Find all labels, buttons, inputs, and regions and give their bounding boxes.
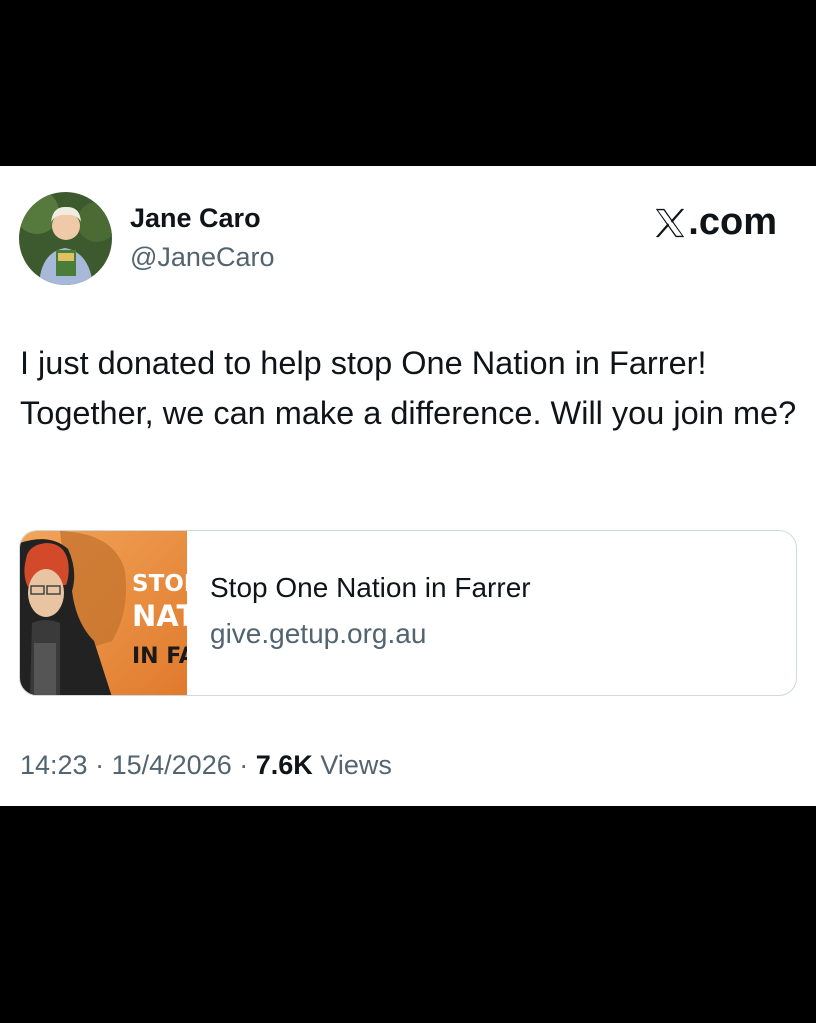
tweet-meta: 14:23 · 15/4/2026 · 7.6K Views: [20, 749, 392, 781]
brand-suffix: .com: [688, 201, 777, 243]
tweet-date[interactable]: 15/4/2026: [112, 750, 232, 780]
link-preview-card[interactable]: STOP NAT IN FA Stop One Nation in Farrer…: [19, 530, 797, 696]
author-avatar[interactable]: [19, 192, 112, 285]
link-title[interactable]: Stop One Nation in Farrer: [210, 571, 531, 605]
link-thumbnail: STOP NAT IN FA: [20, 531, 187, 695]
thumbnail-word-2: NAT: [132, 599, 187, 633]
author-name[interactable]: Jane Caro: [130, 202, 261, 234]
author-handle[interactable]: @JaneCaro: [130, 241, 274, 273]
views-count: 7.6K: [255, 750, 313, 780]
meta-separator: ·: [95, 750, 105, 780]
tweet-text: I just donated to help stop One Nation i…: [20, 345, 797, 431]
tweet-time[interactable]: 14:23: [20, 750, 88, 780]
thumbnail-image: STOP NAT IN FA: [20, 531, 187, 695]
tweet-card: Jane Caro @JaneCaro .com I just donated …: [0, 166, 816, 806]
views-label: Views: [320, 750, 392, 780]
meta-separator: ·: [239, 750, 249, 780]
link-domain[interactable]: give.getup.org.au: [210, 617, 426, 651]
thumbnail-word-1: STOP: [132, 571, 187, 597]
x-brand: .com: [653, 200, 777, 246]
x-logo-icon: [656, 208, 685, 237]
avatar-image: [19, 192, 112, 285]
thumbnail-word-3: IN FA: [132, 644, 187, 669]
